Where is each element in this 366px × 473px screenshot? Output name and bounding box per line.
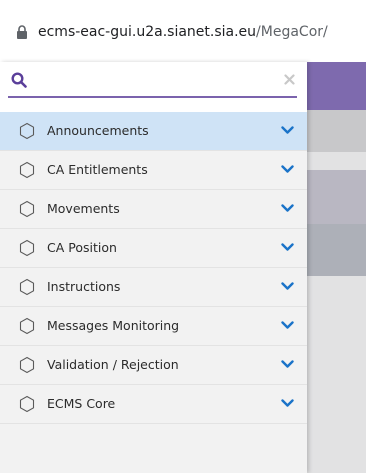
menu-item-instructions[interactable]: Instructions: [0, 268, 307, 307]
menu-item-messages-monitoring[interactable]: Messages Monitoring: [0, 307, 307, 346]
menu-item-announcements[interactable]: Announcements: [0, 112, 307, 151]
url-text[interactable]: ecms-eac-gui.u2a.sianet.sia.eu/MegaCor/: [38, 20, 328, 44]
hexagon-icon: [19, 278, 35, 296]
page-band: [307, 224, 366, 276]
hexagon-icon: [19, 122, 35, 140]
menu-item-ca-entitlements[interactable]: CA Entitlements: [0, 151, 307, 190]
menu-search: [0, 62, 307, 112]
menu-item-label: Movements: [47, 201, 120, 216]
chevron-down-icon[interactable]: [281, 126, 294, 135]
url-path: /MegaCor/: [256, 24, 328, 40]
chevron-down-icon[interactable]: [281, 399, 294, 408]
page-band: [307, 170, 366, 224]
search-icon: [11, 72, 27, 88]
lock-icon: [17, 25, 27, 39]
chevron-down-icon[interactable]: [281, 243, 294, 252]
chevron-down-icon[interactable]: [281, 204, 294, 213]
hexagon-icon: [19, 239, 35, 257]
menu-item-validation-rejection[interactable]: Validation / Rejection: [0, 346, 307, 385]
chevron-down-icon[interactable]: [281, 360, 294, 369]
menu-item-label: Announcements: [47, 123, 149, 138]
app-header-strip: [307, 62, 366, 110]
menu-item-ecms-core[interactable]: ECMS Core: [0, 385, 307, 424]
menu-item-movements[interactable]: Movements: [0, 190, 307, 229]
search-underline: [8, 96, 297, 98]
clear-icon[interactable]: [284, 74, 295, 85]
page-background: [307, 62, 366, 473]
browser-url-bar[interactable]: ecms-eac-gui.u2a.sianet.sia.eu/MegaCor/: [0, 0, 366, 62]
chevron-down-icon[interactable]: [281, 282, 294, 291]
menu-item-label: Messages Monitoring: [47, 318, 180, 333]
menu-item-label: Instructions: [47, 279, 121, 294]
hexagon-icon: [19, 200, 35, 218]
page-band: [307, 110, 366, 152]
menu-item-label: CA Position: [47, 240, 117, 255]
menu-item-ca-position[interactable]: CA Position: [0, 229, 307, 268]
hexagon-icon: [19, 161, 35, 179]
menu-item-label: Validation / Rejection: [47, 357, 179, 372]
search-input[interactable]: [34, 70, 274, 92]
chevron-down-icon[interactable]: [281, 165, 294, 174]
hexagon-icon: [19, 356, 35, 374]
hexagon-icon: [19, 317, 35, 335]
chevron-down-icon[interactable]: [281, 321, 294, 330]
side-menu: Announcements CA Entitlements Movements …: [0, 62, 307, 473]
hexagon-icon: [19, 395, 35, 413]
menu-item-label: CA Entitlements: [47, 162, 148, 177]
url-host: ecms-eac-gui.u2a.sianet.sia.eu: [38, 24, 257, 40]
menu-item-label: ECMS Core: [47, 396, 116, 411]
